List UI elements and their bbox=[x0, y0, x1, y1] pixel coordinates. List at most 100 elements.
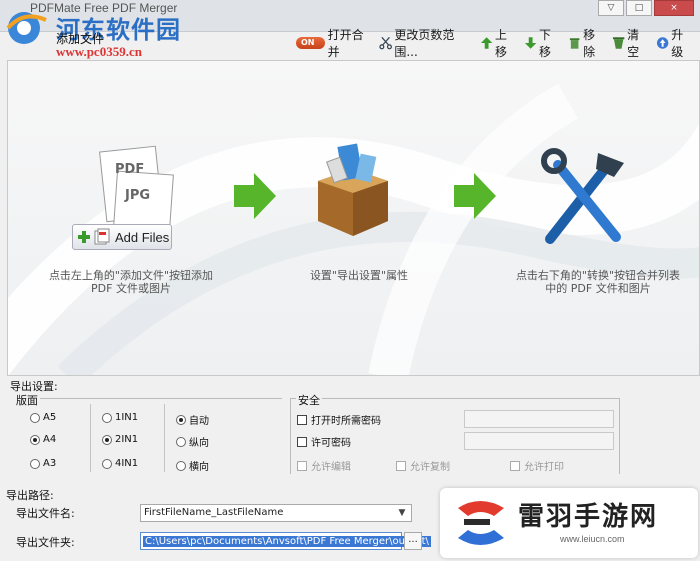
arrow-right-icon-2 bbox=[454, 173, 496, 219]
arrow-up-icon bbox=[480, 37, 493, 49]
clear-button[interactable]: 清空 bbox=[612, 26, 650, 60]
allow-print-checkbox[interactable]: 允许打印 bbox=[510, 458, 564, 473]
output-folder-value: C:\Users\pc\Documents\Anvsoft\PDF Free M… bbox=[143, 536, 431, 547]
upgrade-button[interactable]: 升级 bbox=[656, 26, 694, 60]
filename-label: 导出文件名: bbox=[16, 507, 75, 520]
page-layout-title: 版面 bbox=[14, 392, 40, 408]
watermark-logo-icon bbox=[6, 12, 47, 44]
divider bbox=[90, 404, 91, 472]
orientation-auto-label: 自动 bbox=[189, 416, 209, 427]
step1-instruction: 点击左上角的"添加文件"按钮添加 PDF 文件或图片 bbox=[48, 269, 214, 295]
step3-instruction: 点击右下角的"转换"按钮合并列表 中的 PDF 文件和图片 bbox=[515, 269, 681, 295]
file-list-area[interactable]: PDF JPG Add Files 点击左上角的"添加文件"按钮添加 PDF 文… bbox=[7, 60, 700, 376]
plus-icon bbox=[78, 231, 90, 243]
output-folder-input[interactable]: C:\Users\pc\Documents\Anvsoft\PDF Free M… bbox=[140, 532, 431, 550]
toggle-icon: ON bbox=[296, 37, 325, 49]
arrow-right-icon bbox=[234, 173, 276, 219]
watermark-bottom: 雷羽手游网 www.leiucn.com bbox=[440, 488, 698, 558]
layout-2in1[interactable]: 2IN1 bbox=[102, 434, 138, 445]
page-size-a5[interactable]: A5 bbox=[30, 412, 56, 423]
browse-button[interactable]: ... bbox=[404, 532, 422, 550]
filename-value: FirstFileName_LastFileName bbox=[144, 507, 284, 518]
filename-select[interactable]: FirstFileName_LastFileName ▼ bbox=[140, 504, 412, 522]
checkbox-icon bbox=[510, 460, 520, 471]
orientation-portrait-label: 纵向 bbox=[189, 438, 209, 449]
radio-icon bbox=[102, 458, 112, 469]
radio-selected-icon bbox=[176, 414, 186, 425]
move-up-button[interactable]: 上移 bbox=[480, 26, 518, 60]
output-path-title: 导出路径: bbox=[6, 489, 54, 502]
open-merge-button[interactable]: ON 打开合并 bbox=[296, 26, 373, 60]
watermark-bottom-name: 雷羽手游网 bbox=[518, 502, 659, 532]
radio-icon bbox=[102, 412, 112, 423]
radio-icon bbox=[176, 460, 186, 471]
trash-icon bbox=[569, 38, 580, 49]
open-password-checkbox[interactable]: 打开时所需密码 bbox=[297, 412, 381, 427]
remove-button[interactable]: 移除 bbox=[568, 26, 606, 60]
close-button[interactable]: × bbox=[654, 0, 694, 16]
allow-copy-label: 允许复制 bbox=[410, 462, 450, 473]
allow-edit-label: 允许编辑 bbox=[311, 462, 351, 473]
upgrade-label: 升级 bbox=[671, 28, 684, 59]
layout-2in1-label: 2IN1 bbox=[115, 434, 139, 445]
page-size-a4[interactable]: A4 bbox=[30, 434, 56, 445]
page-size-a5-label: A5 bbox=[43, 412, 57, 423]
open-password-input[interactable] bbox=[464, 410, 614, 428]
move-up-label: 上移 bbox=[494, 28, 507, 59]
file-stack-icon bbox=[94, 228, 110, 245]
orientation-auto[interactable]: 自动 bbox=[176, 412, 209, 427]
minimize-button[interactable]: ▽ bbox=[598, 0, 624, 16]
layout-4in1[interactable]: 4IN1 bbox=[102, 458, 138, 469]
layout-1in1[interactable]: 1IN1 bbox=[102, 412, 138, 423]
open-password-label: 打开时所需密码 bbox=[311, 416, 381, 427]
chevron-down-icon: ▼ bbox=[398, 508, 406, 518]
remove-label: 移除 bbox=[583, 28, 596, 59]
upgrade-icon bbox=[656, 37, 669, 49]
tools-icon bbox=[541, 148, 624, 244]
watermark-bottom-url: www.leiucn.com bbox=[560, 534, 625, 544]
add-files-label: Add Files bbox=[115, 229, 170, 245]
checkbox-icon bbox=[297, 436, 307, 447]
radio-selected-icon bbox=[102, 434, 112, 445]
radio-icon bbox=[30, 412, 40, 423]
security-title: 安全 bbox=[296, 392, 322, 408]
clear-label: 清空 bbox=[627, 28, 640, 59]
allow-edit-checkbox[interactable]: 允许编辑 bbox=[297, 458, 351, 473]
page-size-a3[interactable]: A3 bbox=[30, 458, 56, 469]
page-range-label: 更改页数范围... bbox=[394, 28, 455, 59]
jpg-doc-label: JPG bbox=[124, 188, 150, 203]
maximize-button[interactable]: □ bbox=[626, 0, 652, 16]
page-layout-group bbox=[20, 398, 282, 474]
layout-1in1-label: 1IN1 bbox=[115, 412, 139, 423]
checkbox-icon bbox=[297, 460, 307, 471]
watermark-logo-icon bbox=[458, 501, 504, 545]
orientation-landscape-label: 横向 bbox=[189, 462, 209, 473]
page-size-a4-label: A4 bbox=[43, 434, 57, 445]
allow-copy-checkbox[interactable]: 允许复制 bbox=[396, 458, 450, 473]
add-files-button[interactable]: Add Files bbox=[72, 224, 172, 250]
step2-instruction: 设置"导出设置"属性 bbox=[309, 269, 409, 282]
allow-print-label: 允许打印 bbox=[524, 462, 564, 473]
checkbox-icon bbox=[396, 460, 406, 471]
open-merge-label: 打开合并 bbox=[327, 28, 364, 59]
window-controls: ▽ □ × bbox=[596, 0, 694, 16]
permission-password-input[interactable] bbox=[464, 432, 614, 450]
page-range-button[interactable]: 更改页数范围... bbox=[379, 26, 474, 60]
settings-box-icon bbox=[318, 143, 388, 236]
radio-selected-icon bbox=[30, 434, 40, 445]
pdf-doc-label: PDF bbox=[115, 162, 144, 177]
radio-icon bbox=[30, 458, 40, 469]
radio-icon bbox=[176, 436, 186, 447]
orientation-portrait[interactable]: 纵向 bbox=[176, 434, 209, 449]
add-file-button[interactable]: 添加文件 bbox=[56, 30, 104, 47]
move-down-label: 下移 bbox=[539, 28, 552, 59]
scissors-icon bbox=[379, 36, 393, 50]
clear-icon bbox=[612, 37, 625, 49]
move-down-button[interactable]: 下移 bbox=[524, 26, 562, 60]
orientation-landscape[interactable]: 横向 bbox=[176, 458, 209, 473]
arrow-down-icon bbox=[524, 37, 537, 49]
permission-password-checkbox[interactable]: 许可密码 bbox=[297, 434, 351, 449]
page-size-a3-label: A3 bbox=[43, 458, 57, 469]
layout-4in1-label: 4IN1 bbox=[115, 458, 139, 469]
toolbar: ON 打开合并 更改页数范围... 上移 下移 移除 清空 升级 bbox=[296, 28, 700, 59]
